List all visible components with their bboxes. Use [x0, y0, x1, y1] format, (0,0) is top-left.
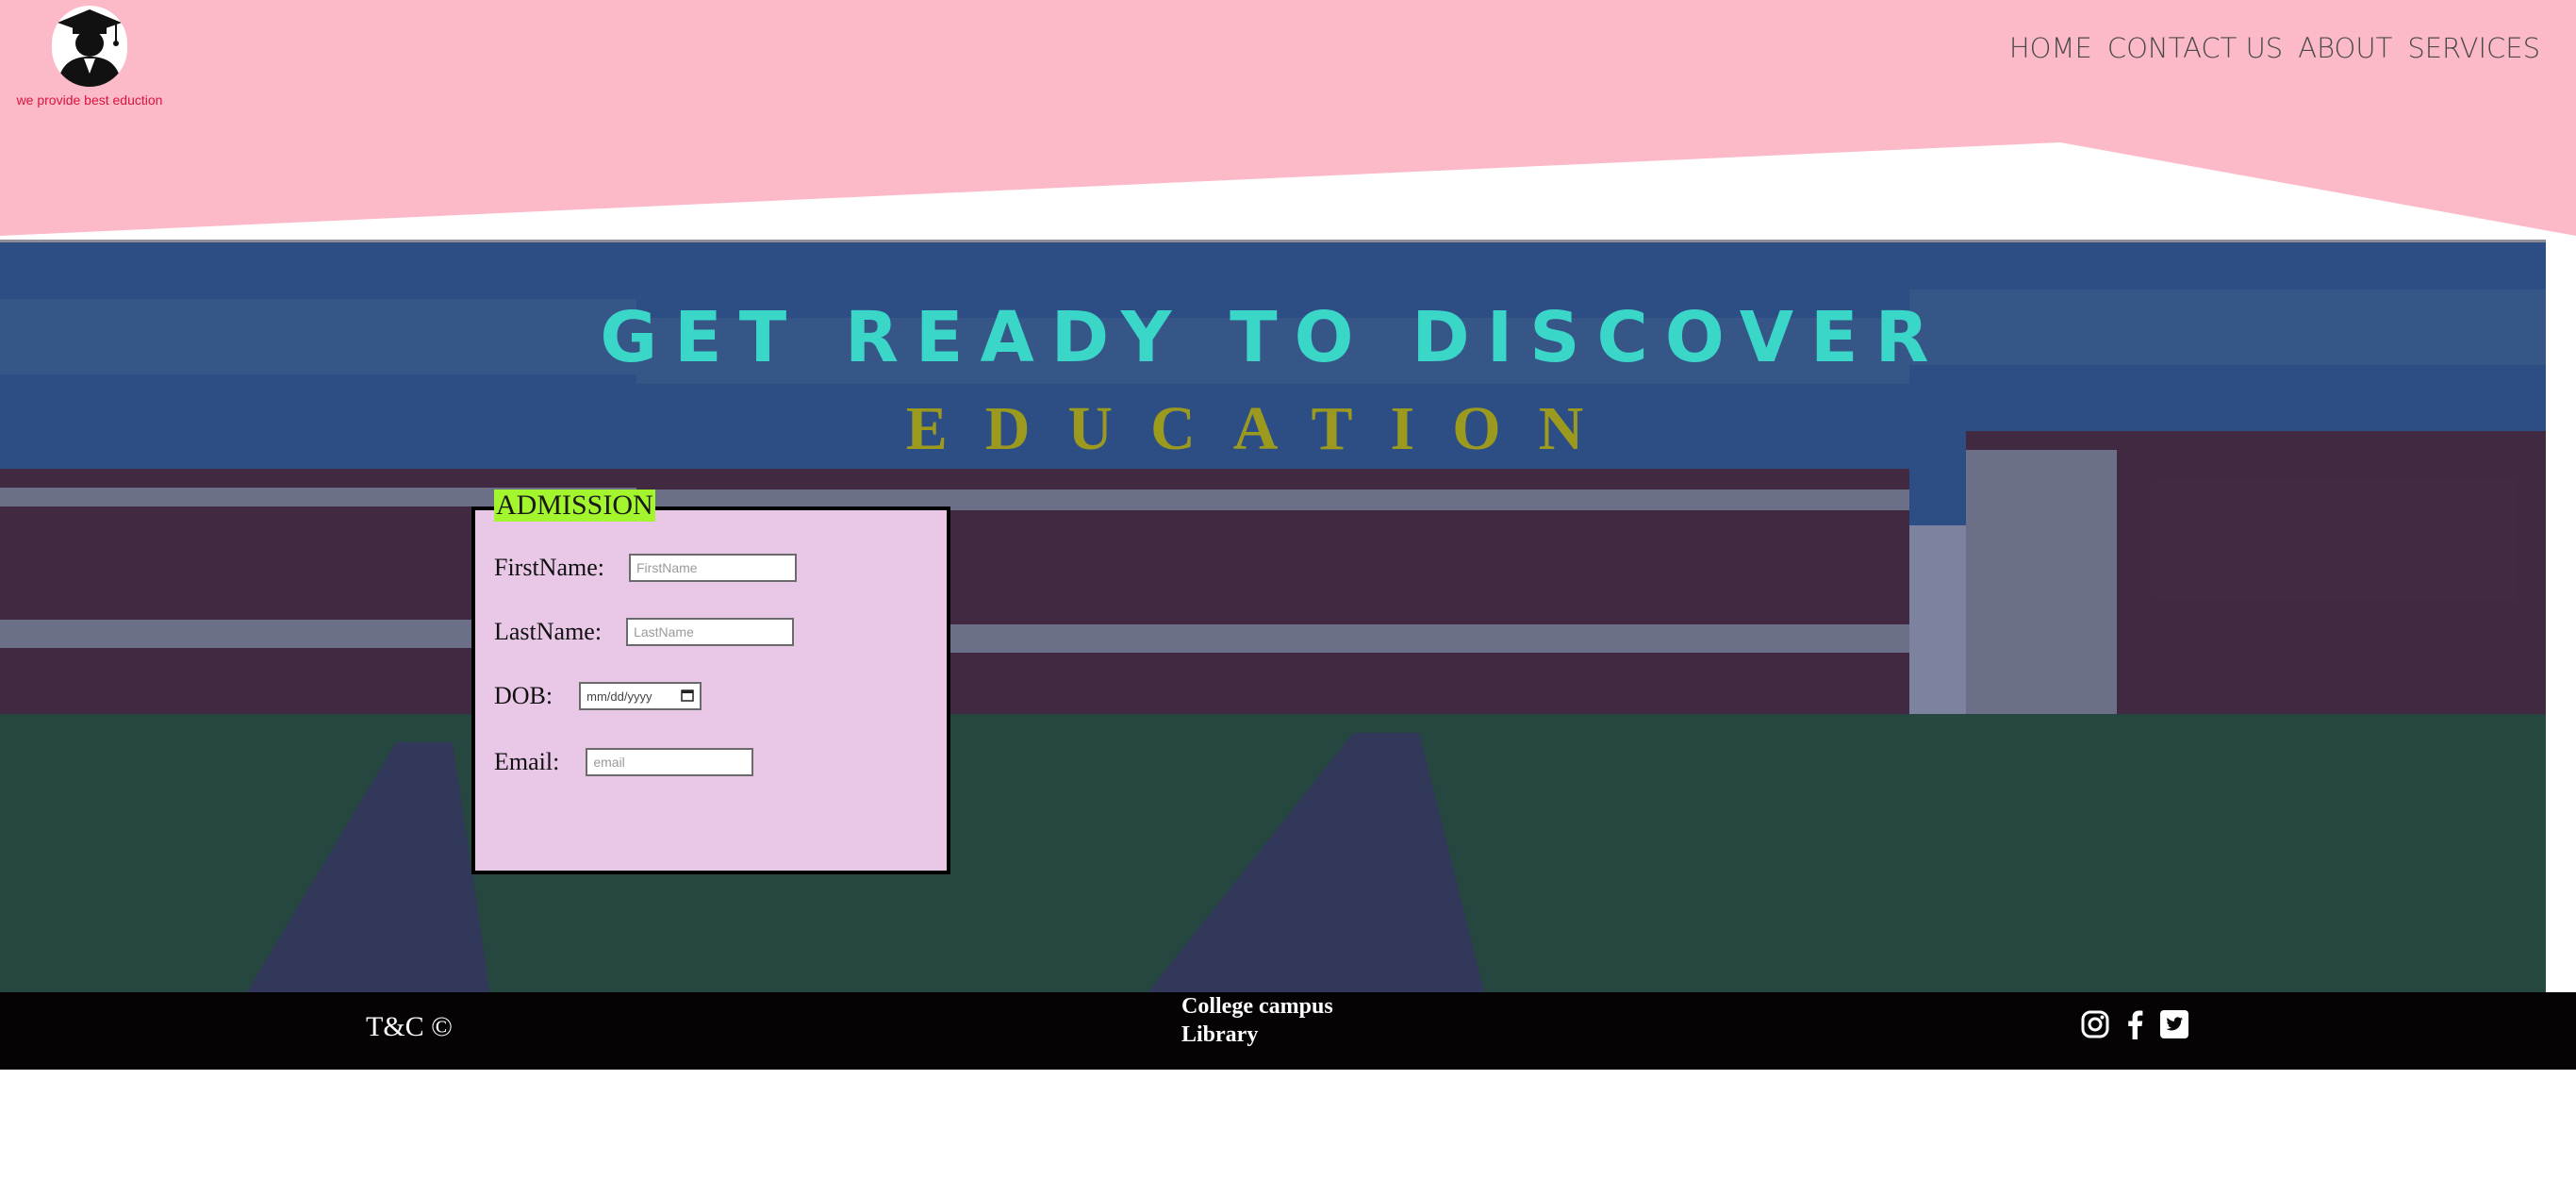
- hero-title: GET READY TO DISCOVER: [600, 297, 1946, 378]
- dob-row: DOB: mm/dd/yyyy: [494, 682, 702, 710]
- admission-form: ADMISSION FirstName: LastName: DOB: mm/d…: [471, 490, 950, 874]
- instagram-icon[interactable]: [2080, 1009, 2110, 1039]
- nav-services[interactable]: SERVICES: [2407, 32, 2540, 64]
- admission-legend: ADMISSION: [494, 490, 655, 522]
- footer-links: College campus Library: [1181, 992, 1333, 1049]
- nav-about[interactable]: ABOUT: [2298, 32, 2392, 64]
- site-header: we provide best eduction HOME CONTACT US…: [0, 0, 2576, 240]
- nav-contact-us[interactable]: CONTACT US: [2107, 32, 2283, 64]
- last-name-input[interactable]: [626, 618, 795, 646]
- logo[interactable]: we provide best eduction: [9, 6, 170, 108]
- graduate-logo-icon: [52, 6, 127, 87]
- last-name-row: LastName:: [494, 618, 795, 646]
- twitter-icon[interactable]: [2159, 1009, 2189, 1039]
- facebook-icon[interactable]: [2120, 1009, 2150, 1039]
- footer-link-library[interactable]: Library: [1181, 1021, 1333, 1049]
- nav-home[interactable]: HOME: [2009, 32, 2092, 64]
- social-icons: [2080, 1009, 2189, 1039]
- main-nav: HOME CONTACT US ABOUT SERVICES: [2009, 32, 2540, 64]
- dob-label: DOB:: [494, 682, 553, 709]
- email-input[interactable]: [586, 748, 754, 776]
- calendar-icon[interactable]: [681, 689, 694, 705]
- site-footer: T&C © College campus Library: [0, 992, 2576, 1070]
- terms-copyright[interactable]: T&C ©: [366, 1011, 453, 1043]
- first-name-label: FirstName:: [494, 554, 604, 581]
- tagline: we provide best eduction: [16, 92, 163, 108]
- email-row: Email:: [494, 748, 754, 776]
- last-name-label: LastName:: [494, 618, 603, 645]
- footer-link-college-campus[interactable]: College campus: [1181, 992, 1333, 1021]
- first-name-input[interactable]: [629, 554, 797, 582]
- hero-subtitle: EDUCATION: [905, 394, 1622, 463]
- email-label: Email:: [494, 748, 560, 775]
- dob-input[interactable]: mm/dd/yyyy: [579, 682, 702, 710]
- first-name-row: FirstName:: [494, 554, 797, 582]
- dob-placeholder: mm/dd/yyyy: [586, 689, 652, 704]
- hero-section: GET READY TO DISCOVER EDUCATION: [0, 240, 2546, 992]
